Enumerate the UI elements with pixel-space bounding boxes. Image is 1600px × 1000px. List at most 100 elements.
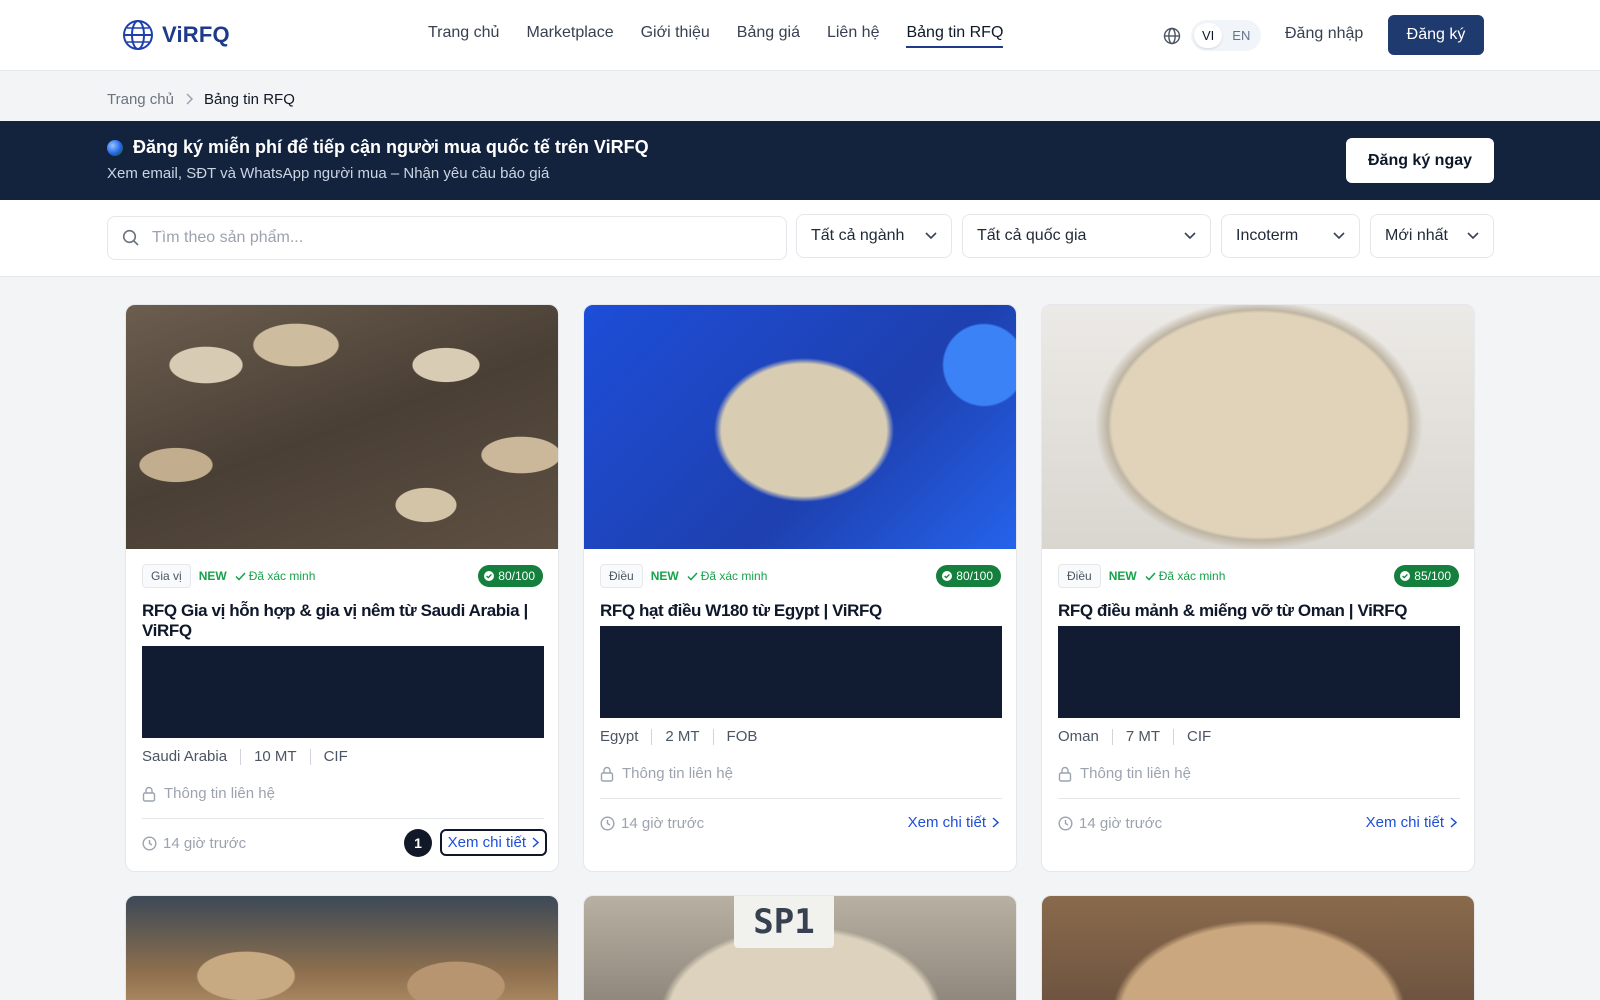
language-toggle: VI EN <box>1191 20 1262 51</box>
nav-rfq-board[interactable]: Bảng tin RFQ <box>906 24 1004 48</box>
lang-vi-button[interactable]: VI <box>1194 23 1223 48</box>
rfq-card[interactable]: Gia vị NEW Đã xác minh 80/100 RFQ Gia vị… <box>125 304 559 872</box>
chevron-right-icon <box>992 817 999 828</box>
rfq-incoterm: CIF <box>323 748 348 765</box>
nav-pricing[interactable]: Bảng giá <box>737 24 800 48</box>
card-divider <box>1058 798 1460 799</box>
chevron-down-icon <box>925 232 937 240</box>
nav-contact[interactable]: Liên hệ <box>827 24 880 48</box>
signup-button[interactable]: Đăng ký <box>1388 15 1484 55</box>
register-now-button[interactable]: Đăng ký ngay <box>1346 138 1494 183</box>
score-badge: 80/100 <box>936 565 1001 587</box>
banner-subtitle: Xem email, SĐT và WhatsApp người mua – N… <box>107 165 550 182</box>
card-tags: Điều NEW Đã xác minh <box>600 564 767 588</box>
rfq-title[interactable]: RFQ hạt điều W180 từ Egypt | ViRFQ <box>600 601 1004 621</box>
logo-text: ViRFQ <box>162 22 230 47</box>
view-detail-link[interactable]: Xem chi tiết <box>439 829 547 856</box>
rfq-card[interactable] <box>1041 895 1475 1000</box>
rfq-quantity: 10 MT <box>254 748 297 765</box>
score-badge: 85/100 <box>1394 565 1459 587</box>
product-image-cashew-bowl <box>1042 305 1474 549</box>
nav-home[interactable]: Trang chủ <box>428 24 499 48</box>
rfq-incoterm: CIF <box>1187 728 1212 745</box>
country-select[interactable]: Tất cả quốc gia <box>962 214 1211 258</box>
rfq-card[interactable]: SP1 <box>583 895 1017 1000</box>
rfq-country: Saudi Arabia <box>142 748 228 765</box>
verified-label: Đã xác minh <box>1158 569 1226 583</box>
breadcrumb-home[interactable]: Trang chủ <box>107 91 174 108</box>
product-image-ginger <box>126 896 558 1000</box>
incoterm-select[interactable]: Incoterm <box>1221 214 1360 258</box>
verified-badge: Đã xác minh <box>235 569 316 583</box>
card-divider <box>142 818 544 819</box>
check-circle-icon <box>942 571 953 581</box>
industry-select-value: Tất cả ngành <box>811 227 905 244</box>
check-icon <box>687 571 698 581</box>
contact-locked: Thông tin liên hệ <box>1058 765 1191 782</box>
meta-divider <box>651 728 653 745</box>
industry-select[interactable]: Tất cả ngành <box>796 214 952 258</box>
rfq-title[interactable]: RFQ Gia vị hỗn hợp & gia vị nêm từ Saudi… <box>142 601 546 641</box>
chevron-down-icon <box>1333 232 1345 240</box>
category-tag: Điều <box>600 564 643 588</box>
meta-divider <box>1173 728 1175 745</box>
score-value: 85/100 <box>1414 569 1451 583</box>
nav-about[interactable]: Giới thiệu <box>641 24 710 48</box>
breadcrumb: Trang chủ Bảng tin RFQ <box>107 91 295 108</box>
language-switcher: VI EN <box>1163 20 1262 51</box>
step-number-badge: 1 <box>404 829 432 857</box>
rfq-card[interactable]: Điều NEW Đã xác minh 85/100 RFQ điều mản… <box>1041 304 1475 872</box>
meta-divider <box>712 728 714 745</box>
posted-time: 14 giờ trước <box>142 835 246 852</box>
country-select-value: Tất cả quốc gia <box>977 227 1087 244</box>
posted-time-label: 14 giờ trước <box>163 835 247 852</box>
rfq-quantity: 7 MT <box>1125 728 1161 745</box>
posted-time: 14 giờ trước <box>600 815 704 832</box>
view-detail-label: Xem chi tiết <box>907 814 986 831</box>
check-circle-icon <box>484 571 495 581</box>
rfq-country: Oman <box>1058 728 1099 745</box>
meta-divider <box>309 748 311 765</box>
score-value: 80/100 <box>956 569 993 583</box>
contact-locked: Thông tin liên hệ <box>600 765 733 782</box>
rfq-title[interactable]: RFQ điều mảnh & miếng vỡ từ Oman | ViRFQ <box>1058 601 1462 621</box>
chevron-right-icon <box>184 92 194 108</box>
contact-locked: Thông tin liên hệ <box>142 785 275 802</box>
globe-logo-icon <box>123 20 153 50</box>
meta-divider <box>1111 728 1113 745</box>
rfq-meta: Saudi Arabia 10 MT CIF <box>142 748 348 765</box>
product-image-cashew <box>584 305 1016 549</box>
rfq-card[interactable]: Điều NEW Đã xác minh 80/100 RFQ hạt điều… <box>583 304 1017 872</box>
check-circle-icon <box>1400 571 1411 581</box>
category-tag: Gia vị <box>142 564 191 588</box>
contact-label: Thông tin liên hệ <box>622 765 733 782</box>
verified-label: Đã xác minh <box>248 569 316 583</box>
verified-badge: Đã xác minh <box>1145 569 1226 583</box>
posted-time-label: 14 giờ trước <box>1079 815 1163 832</box>
rfq-card[interactable] <box>125 895 559 1000</box>
top-navigation: ViRFQ Trang chủ Marketplace Giới thiệu B… <box>0 0 1600 71</box>
view-detail-link[interactable]: Xem chi tiết <box>1366 814 1457 831</box>
search-input[interactable] <box>152 229 752 247</box>
clock-icon <box>600 816 615 831</box>
banner-title: Đăng ký miễn phí để tiếp cận người mua q… <box>133 137 649 157</box>
search-icon <box>122 229 139 246</box>
lock-icon <box>142 786 156 802</box>
login-link[interactable]: Đăng nhập <box>1285 25 1363 43</box>
sort-select[interactable]: Mới nhất <box>1370 214 1494 258</box>
card-tags: Điều NEW Đã xác minh <box>1058 564 1225 588</box>
sample-label: SP1 <box>734 896 834 948</box>
nav-marketplace[interactable]: Marketplace <box>526 24 613 48</box>
score-badge: 80/100 <box>478 565 543 587</box>
lang-en-button[interactable]: EN <box>1224 23 1258 48</box>
earth-icon <box>107 139 123 156</box>
lock-icon <box>600 766 614 782</box>
clock-icon <box>1058 816 1073 831</box>
posted-time-label: 14 giờ trước <box>621 815 705 832</box>
globe-icon <box>1163 27 1181 44</box>
sort-select-value: Mới nhất <box>1385 227 1448 244</box>
breadcrumb-current: Bảng tin RFQ <box>203 91 295 108</box>
view-detail-link[interactable]: Xem chi tiết <box>908 814 999 831</box>
view-detail-label: Xem chi tiết <box>1365 814 1444 831</box>
logo[interactable]: ViRFQ <box>122 19 230 51</box>
